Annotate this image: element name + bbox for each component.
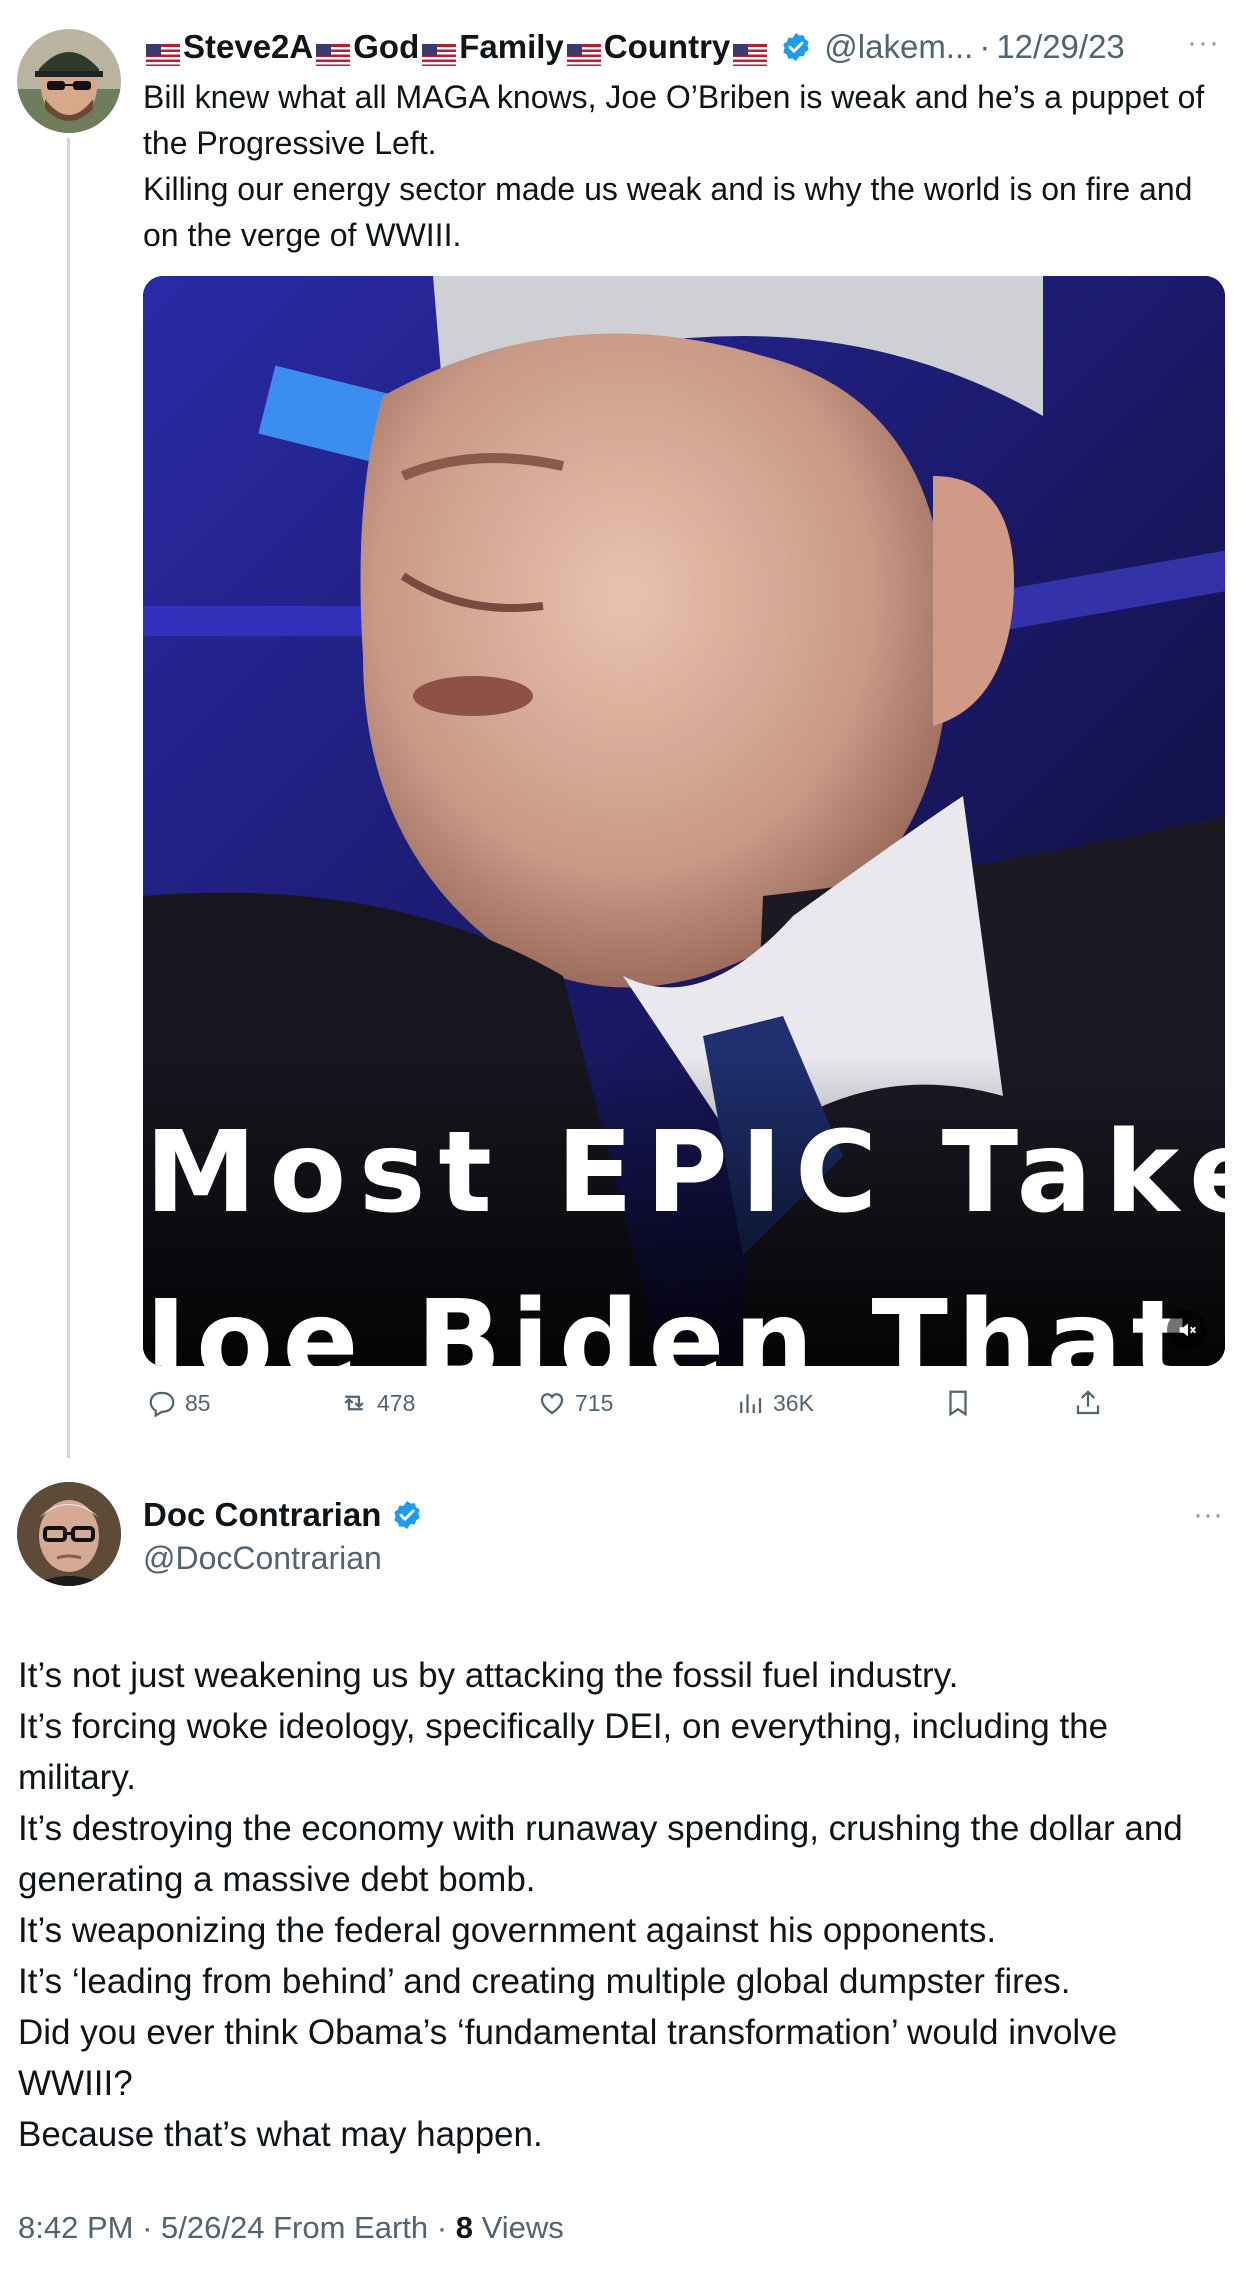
us-flag-icon: [422, 36, 457, 66]
tweet-header: Steve2A God Family Country @lakem... · 1…: [143, 22, 1238, 72]
share-button[interactable]: [1073, 1388, 1111, 1418]
tweet-text: It’s not just weakening us by attacking …: [18, 1650, 1228, 2160]
separator: ·: [979, 28, 991, 65]
more-options-icon[interactable]: ···: [1193, 1498, 1223, 1532]
user-handle[interactable]: @lakem...: [824, 28, 973, 66]
video-caption-line: Joe Biden That: [143, 1277, 1185, 1366]
us-flag-icon: [146, 36, 180, 66]
heart-icon: [540, 1393, 564, 1415]
like-count: 715: [575, 1389, 614, 1416]
video-caption-line: Most EPIC Take: [145, 1108, 1225, 1238]
display-name-part[interactable]: Country: [604, 28, 731, 66]
tweet-date[interactable]: 5/26/24: [161, 2210, 264, 2245]
views-label: Views: [481, 2210, 564, 2245]
repost-icon: [344, 1395, 364, 1411]
us-flag-icon: [566, 36, 601, 66]
mute-button[interactable]: [1167, 1310, 1207, 1350]
tweet-actions: 85 478 715 36K: [143, 1388, 1225, 1428]
separator: ·: [142, 2210, 153, 2245]
tweet-text-line: Bill knew what all MAGA knows, Joe O’Bri…: [143, 79, 1205, 161]
tweet-text-line: Killing our energy sector made us weak a…: [143, 171, 1193, 253]
display-name-part[interactable]: Family: [459, 28, 564, 66]
tweet-time[interactable]: 8:42 PM: [18, 2210, 133, 2245]
bookmark-icon: [949, 1390, 967, 1417]
display-name-part[interactable]: God: [353, 28, 419, 66]
reply-icon: [149, 1391, 175, 1418]
tweet-text: Bill knew what all MAGA knows, Joe O’Bri…: [143, 74, 1233, 258]
analytics-icon: [740, 1394, 762, 1413]
tweet-text-line: It’s forcing woke ideology, specifically…: [18, 1707, 1109, 1797]
repost-count: 478: [377, 1389, 416, 1416]
views-button[interactable]: 36K: [735, 1388, 814, 1418]
bookmark-button[interactable]: [943, 1388, 981, 1418]
tweet-text-line: It’s not just weakening us by attacking …: [18, 1656, 959, 1695]
verified-badge-icon: [780, 31, 812, 63]
us-flag-icon: [733, 36, 768, 66]
display-name[interactable]: Steve2A: [183, 28, 313, 66]
tweet-text-line: Did you ever think Obama’s ‘fundamental …: [18, 2013, 1118, 2103]
user-handle[interactable]: @DocContrarian: [143, 1540, 382, 1577]
tweet-date[interactable]: 12/29/23: [996, 28, 1124, 66]
tweet-text-line: It’s weaponizing the federal government …: [18, 1911, 997, 1950]
speaker-muted-icon: [1179, 1323, 1196, 1337]
like-button[interactable]: 715: [537, 1388, 613, 1418]
views-count: 8: [455, 2210, 473, 2245]
share-icon: [1076, 1390, 1100, 1415]
tweet-text-line: It’s ‘leading from behind’ and creating …: [18, 1962, 1071, 2001]
reply-count: 85: [185, 1389, 211, 1416]
thread-line: [67, 138, 70, 1458]
reply-button[interactable]: 85: [147, 1388, 211, 1418]
verified-badge-icon: [391, 1499, 423, 1531]
repost-button[interactable]: 478: [339, 1388, 415, 1418]
tweet-header: Doc Contrarian: [143, 1496, 431, 1534]
tweet-meta: 8:42 PM · 5/26/24 From Earth · 8 Views: [18, 2210, 564, 2246]
us-flag-icon: [316, 36, 351, 66]
display-name[interactable]: Doc Contrarian: [143, 1496, 381, 1534]
tweet-text-line: It’s destroying the economy with runaway…: [18, 1809, 1183, 1899]
tweet-text-line: Because that’s what may happen.: [18, 2115, 543, 2154]
video-media[interactable]: Most EPIC Take Joe Biden That: [143, 276, 1225, 1366]
more-options-icon[interactable]: ···: [1187, 26, 1220, 60]
tweet-source: From Earth: [273, 2210, 429, 2245]
view-count: 36K: [773, 1389, 814, 1416]
avatar[interactable]: [17, 29, 121, 133]
avatar[interactable]: [17, 1482, 121, 1586]
separator: ·: [436, 2210, 448, 2245]
